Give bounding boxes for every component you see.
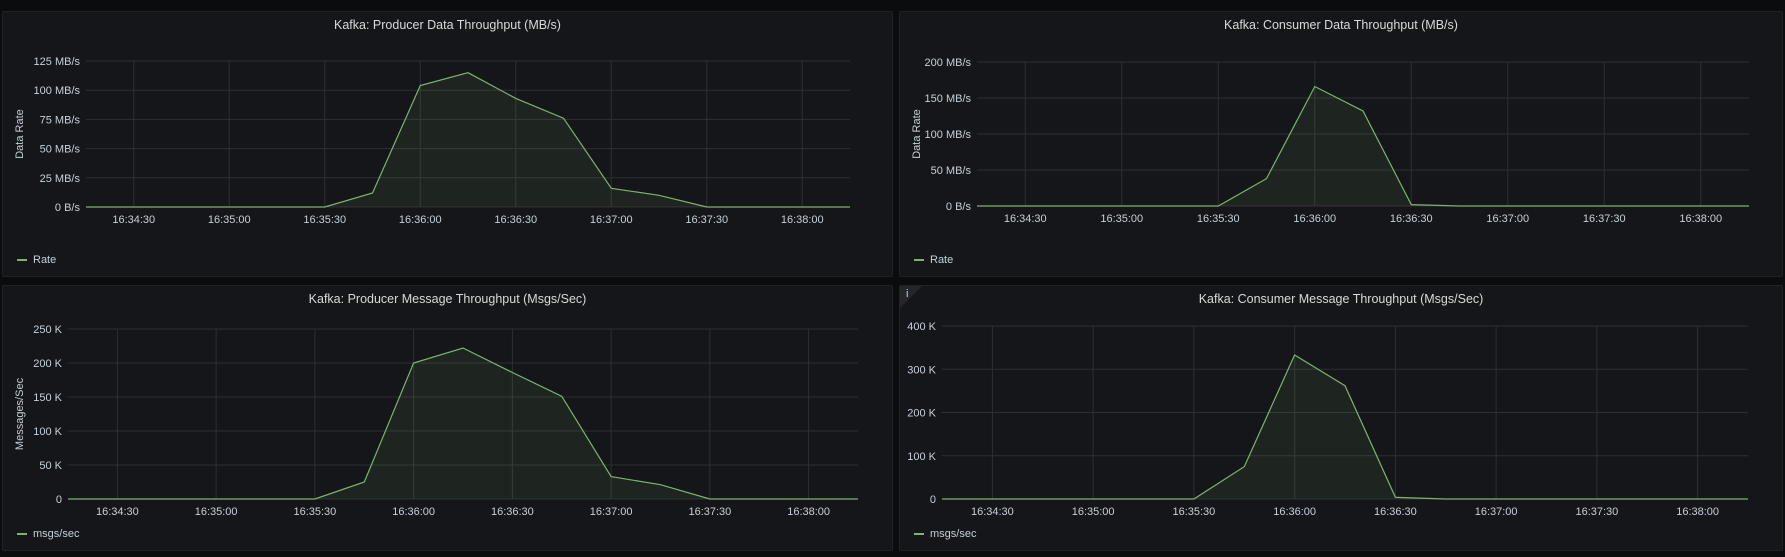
x-tick-label: 16:36:00 (1293, 213, 1336, 225)
y-tick-label: 100 K (33, 426, 62, 438)
x-tick-label: 16:37:30 (1575, 506, 1618, 518)
y-tick-label: 0 B/s (55, 202, 81, 214)
x-tick-label: 16:36:30 (1374, 506, 1417, 518)
y-tick-label: 200 MB/s (925, 57, 972, 69)
x-tick-label: 16:38:00 (1676, 506, 1719, 518)
y-tick-label: 300 K (907, 364, 936, 376)
y-tick-label: 200 K (33, 358, 62, 370)
x-tick-label: 16:37:30 (685, 214, 728, 226)
y-tick-label: 150 K (33, 392, 62, 404)
panel-consumer-data-throughput[interactable]: Kafka: Consumer Data Throughput (MB/s) 0… (899, 11, 1783, 277)
x-tick-label: 16:34:30 (112, 214, 155, 226)
y-tick-label: 50 K (39, 460, 62, 472)
y-tick-label: 0 (56, 494, 62, 506)
y-tick-label: 150 MB/s (925, 93, 972, 105)
x-tick-label: 16:35:30 (1197, 213, 1240, 225)
legend-swatch (17, 533, 27, 535)
x-tick-label: 16:36:00 (399, 214, 442, 226)
y-axis-label: Messages/Sec (14, 377, 26, 450)
legend[interactable]: Rate (914, 254, 953, 266)
legend-label[interactable]: msgs/sec (930, 528, 976, 540)
legend[interactable]: msgs/sec (914, 528, 976, 540)
y-tick-label: 200 K (907, 408, 936, 420)
legend[interactable]: msgs/sec (17, 528, 79, 540)
y-axis-label: Data Rate (14, 109, 26, 159)
y-tick-label: 400 K (907, 321, 936, 333)
chart-consumer-data-throughput[interactable]: 0 B/s 50 MB/s 100 MB/s 150 MB/s 200 MB/s 16:3… (900, 12, 1784, 278)
series-area (86, 72, 850, 207)
x-tick-label: 16:38:00 (787, 506, 830, 518)
x-tick-label: 16:37:00 (1475, 506, 1518, 518)
y-tick-label: 25 MB/s (40, 173, 81, 185)
legend[interactable]: Rate (17, 254, 56, 266)
x-tick-label: 16:35:30 (1172, 506, 1215, 518)
legend-label[interactable]: msgs/sec (33, 528, 79, 540)
series-area (942, 355, 1748, 499)
y-tick-label: 75 MB/s (40, 114, 81, 126)
y-tick-label: 50 MB/s (931, 165, 972, 177)
chart-producer-message-throughput[interactable]: 0 50 K 100 K 150 K 200 K 250 K 16:34:30 16:35:0… (3, 286, 894, 552)
panel-consumer-message-throughput[interactable]: i Kafka: Consumer Message Throughput (Ms… (899, 285, 1783, 551)
legend-swatch (914, 533, 924, 535)
y-tick-label: 100 MB/s (34, 85, 81, 97)
x-tick-label: 16:38:00 (781, 214, 824, 226)
x-tick-label: 16:35:30 (293, 506, 336, 518)
y-tick-label: 0 B/s (946, 201, 972, 213)
x-tick-label: 16:35:00 (195, 506, 238, 518)
series-area (68, 348, 858, 499)
chart-producer-data-throughput[interactable]: 0 B/s 25 MB/s 50 MB/s 75 MB/s 100 MB/s 125 MB… (3, 12, 894, 278)
y-tick-label: 50 MB/s (40, 144, 81, 156)
legend-swatch (914, 259, 924, 261)
x-tick-label: 16:36:30 (491, 506, 534, 518)
x-tick-label: 16:34:30 (1004, 213, 1047, 225)
y-tick-label: 100 MB/s (925, 129, 972, 141)
x-tick-label: 16:36:00 (392, 506, 435, 518)
legend-swatch (17, 259, 27, 261)
x-tick-label: 16:37:00 (590, 214, 633, 226)
x-tick-label: 16:37:30 (1583, 213, 1626, 225)
x-tick-label: 16:35:00 (1100, 213, 1143, 225)
legend-label[interactable]: Rate (930, 254, 953, 266)
x-tick-label: 16:36:00 (1273, 506, 1316, 518)
chart-consumer-message-throughput[interactable]: 0 100 K 200 K 300 K 400 K 16:34:30 16:35:00 16:… (900, 286, 1784, 552)
x-tick-label: 16:35:00 (208, 214, 251, 226)
x-tick-label: 16:37:00 (590, 506, 633, 518)
x-tick-label: 16:37:30 (688, 506, 731, 518)
x-tick-label: 16:36:30 (1390, 213, 1433, 225)
y-tick-label: 0 (930, 494, 936, 506)
y-tick-label: 100 K (907, 451, 936, 463)
x-tick-label: 16:34:30 (96, 506, 139, 518)
panel-producer-data-throughput[interactable]: Kafka: Producer Data Throughput (MB/s) 0… (2, 11, 893, 277)
x-tick-label: 16:35:30 (303, 214, 346, 226)
y-axis-label: Data Rate (911, 109, 923, 159)
legend-label[interactable]: Rate (33, 254, 56, 266)
series-area (977, 86, 1749, 206)
x-tick-label: 16:34:30 (971, 506, 1014, 518)
x-tick-label: 16:38:00 (1679, 213, 1722, 225)
x-tick-label: 16:36:30 (494, 214, 537, 226)
y-tick-label: 250 K (33, 324, 62, 336)
panel-producer-message-throughput[interactable]: Kafka: Producer Message Throughput (Msgs… (2, 285, 893, 551)
x-tick-label: 16:37:00 (1486, 213, 1529, 225)
x-tick-label: 16:35:00 (1072, 506, 1115, 518)
y-tick-label: 125 MB/s (34, 56, 81, 68)
